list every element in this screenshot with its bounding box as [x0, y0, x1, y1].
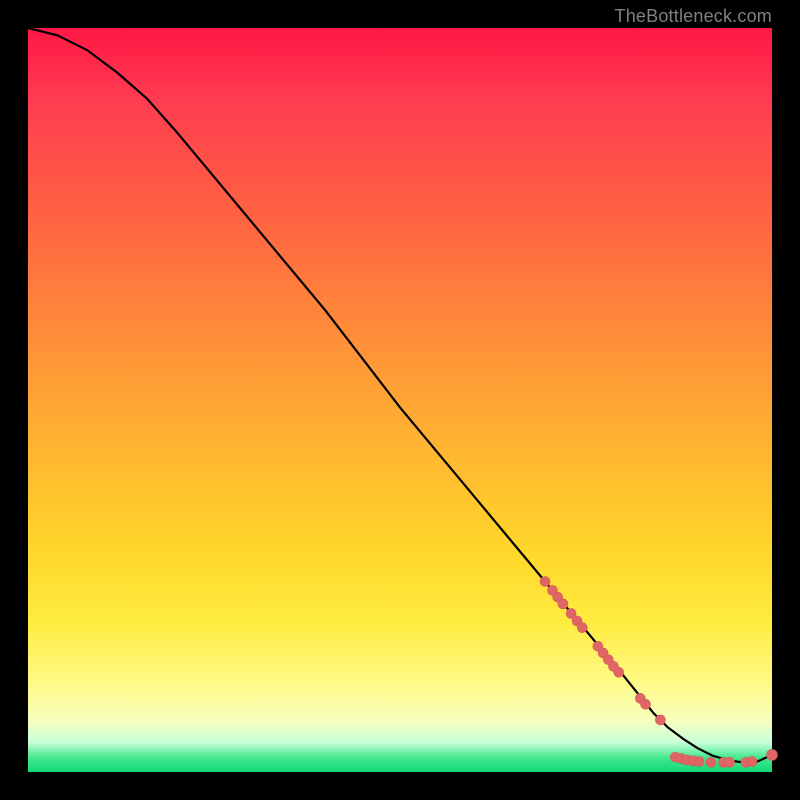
curve-marker [694, 757, 704, 767]
curve-marker [706, 757, 716, 767]
watermark-text: TheBottleneck.com [615, 6, 772, 27]
chart-frame: TheBottleneck.com [0, 0, 800, 800]
plot-area [28, 28, 772, 772]
curve-markers [540, 577, 777, 768]
curve-marker [747, 757, 757, 767]
curve-marker [577, 623, 587, 633]
curve-marker [767, 749, 778, 760]
curve-marker [558, 599, 568, 609]
curve-marker [655, 715, 665, 725]
curve-marker [641, 699, 651, 709]
curve-line [28, 28, 772, 762]
curve-marker [540, 577, 550, 587]
curve-marker [725, 757, 735, 767]
chart-svg [28, 28, 772, 772]
curve-marker [614, 667, 624, 677]
